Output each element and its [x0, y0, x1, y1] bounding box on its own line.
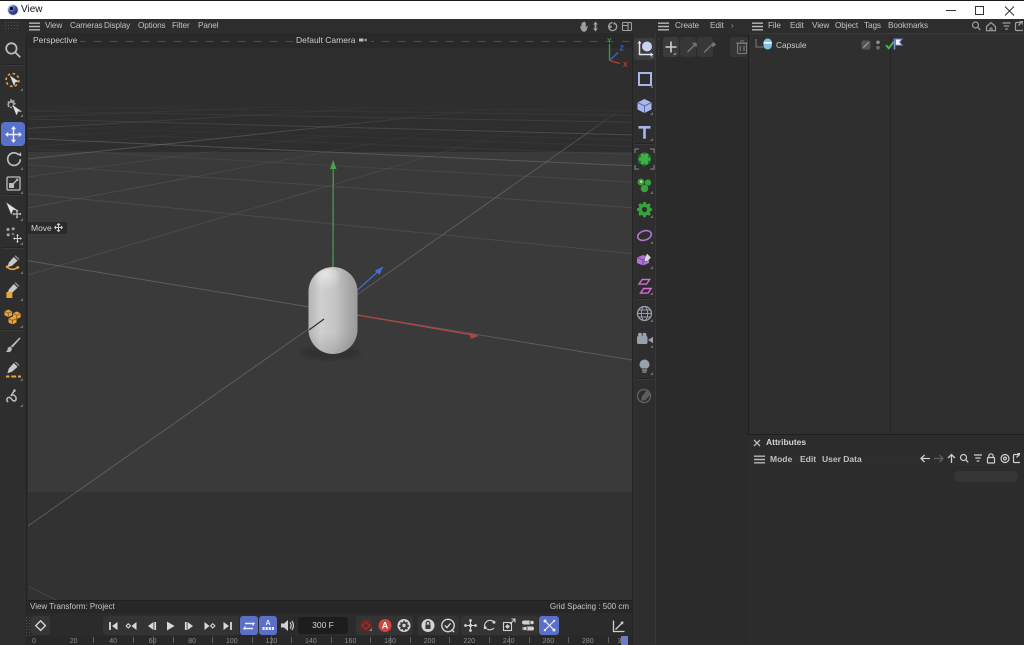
svg-text:Z: Z: [620, 46, 625, 53]
svg-text:A: A: [382, 621, 389, 631]
svg-text:A: A: [265, 620, 270, 627]
svg-text:Y: Y: [607, 38, 612, 45]
svg-text:X: X: [623, 62, 628, 68]
